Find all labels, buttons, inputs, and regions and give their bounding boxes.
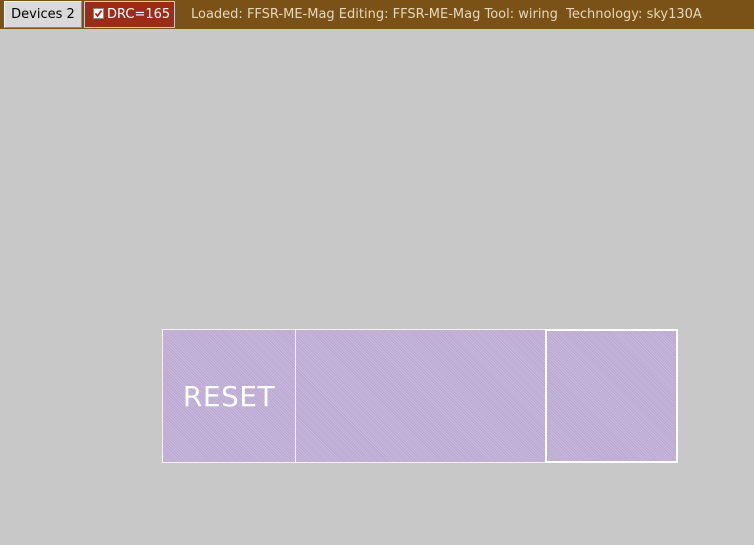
- layout-canvas[interactable]: RESET: [0, 29, 754, 545]
- layout-cell-middle[interactable]: [295, 329, 546, 463]
- toolbar: Devices 2 DRC=165 Loaded: FFSR-ME-Mag Ed…: [0, 0, 754, 29]
- drc-count-label: DRC=165: [107, 7, 171, 22]
- drc-toggle[interactable]: DRC=165: [84, 1, 175, 28]
- drc-checkbox-icon[interactable]: [93, 8, 104, 19]
- layout-cell-right[interactable]: [545, 329, 678, 463]
- layout-cell-reset[interactable]: RESET: [162, 329, 296, 463]
- status-text: Loaded: FFSR-ME-Mag Editing: FFSR-ME-Mag…: [191, 7, 702, 22]
- cell-label-reset: RESET: [182, 379, 276, 413]
- devices-button[interactable]: Devices 2: [4, 1, 82, 28]
